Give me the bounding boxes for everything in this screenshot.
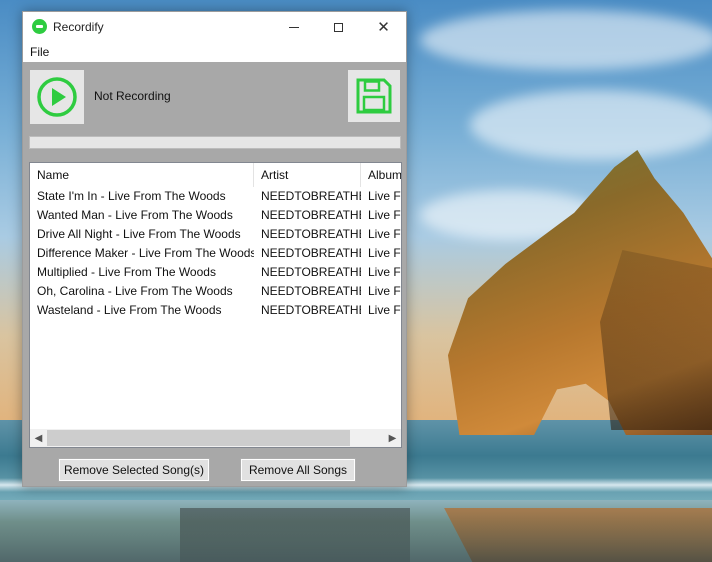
song-artist: NEEDTOBREATHE — [261, 265, 361, 279]
table-row[interactable]: Wanted Man - Live From The Woods NEEDTOB… — [30, 206, 402, 225]
song-artist: NEEDTOBREATHE — [261, 284, 361, 298]
play-circle-icon — [37, 77, 77, 117]
minimize-button[interactable] — [271, 12, 316, 42]
column-header-artist[interactable]: Artist — [254, 163, 361, 187]
chevron-left-icon: ◀ — [34, 432, 43, 444]
song-album: Live Fr — [368, 265, 402, 279]
minimize-icon — [288, 26, 299, 28]
table-row[interactable]: Multiplied - Live From The Woods NEEDTOB… — [30, 263, 402, 282]
song-artist: NEEDTOBREATHE — [261, 246, 361, 260]
song-album: Live Fr — [368, 208, 402, 222]
main-panel: Not Recording Name Artist Album State I'… — [23, 62, 406, 486]
window-title: Recordify — [53, 20, 104, 34]
wallpaper-reflection — [180, 508, 410, 562]
title-bar[interactable]: Recordify ✕ — [23, 12, 406, 42]
recording-progress-bar — [29, 136, 401, 149]
floppy-disk-icon — [356, 78, 392, 114]
song-name: Wasteland - Live From The Woods — [37, 303, 222, 317]
column-header-name[interactable]: Name — [30, 163, 254, 187]
remove-selected-button[interactable]: Remove Selected Song(s) — [58, 458, 210, 482]
song-album: Live Fr — [368, 227, 402, 241]
wallpaper-rock-reflection — [444, 508, 712, 562]
chevron-right-icon: ▶ — [388, 432, 397, 444]
song-list-header: Name Artist Album — [30, 163, 401, 187]
song-list[interactable]: Name Artist Album State I'm In - Live Fr… — [29, 162, 402, 448]
horizontal-scrollbar[interactable]: ◀ ▶ — [30, 429, 401, 447]
app-window: Recordify ✕ File Not Recording Name Arti… — [22, 11, 407, 487]
scroll-right-button[interactable]: ▶ — [384, 429, 401, 447]
song-artist: NEEDTOBREATHE — [261, 208, 361, 222]
save-button[interactable] — [348, 70, 400, 122]
song-name: Difference Maker - Live From The Woods — [37, 246, 254, 260]
song-name: Wanted Man - Live From The Woods — [37, 208, 233, 222]
record-button[interactable] — [30, 70, 84, 124]
song-album: Live Fr — [368, 303, 402, 317]
song-name: Multiplied - Live From The Woods — [37, 265, 216, 279]
song-artist: NEEDTOBREATHE — [261, 189, 361, 203]
maximize-button[interactable] — [316, 12, 361, 42]
scroll-thumb[interactable] — [47, 430, 350, 446]
wallpaper-cloud — [470, 90, 712, 160]
song-artist: NEEDTOBREATHE — [261, 303, 361, 317]
wallpaper-rock-shade — [600, 250, 712, 430]
close-icon: ✕ — [377, 18, 390, 36]
table-row[interactable]: State I'm In - Live From The Woods NEEDT… — [30, 187, 402, 206]
table-row[interactable]: Oh, Carolina - Live From The Woods NEEDT… — [30, 282, 402, 301]
remove-all-button[interactable]: Remove All Songs — [240, 458, 356, 482]
app-icon — [32, 19, 47, 34]
song-name: State I'm In - Live From The Woods — [37, 189, 226, 203]
song-artist: NEEDTOBREATHE — [261, 227, 361, 241]
maximize-icon — [334, 22, 343, 32]
table-row[interactable]: Wasteland - Live From The Woods NEEDTOBR… — [30, 301, 402, 320]
song-album: Live Fr — [368, 246, 402, 260]
scroll-left-button[interactable]: ◀ — [30, 429, 47, 447]
song-name: Drive All Night - Live From The Woods — [37, 227, 241, 241]
column-header-album[interactable]: Album — [361, 163, 401, 187]
close-button[interactable]: ✕ — [361, 12, 406, 42]
menu-file[interactable]: File — [30, 45, 49, 59]
recording-status: Not Recording — [94, 89, 171, 103]
song-name: Oh, Carolina - Live From The Woods — [37, 284, 233, 298]
table-row[interactable]: Drive All Night - Live From The Woods NE… — [30, 225, 402, 244]
table-row[interactable]: Difference Maker - Live From The Woods N… — [30, 244, 402, 263]
wallpaper-cloud — [420, 10, 712, 70]
song-album: Live Fr — [368, 189, 402, 203]
menu-bar: File — [23, 42, 406, 62]
song-album: Live Fr — [368, 284, 402, 298]
